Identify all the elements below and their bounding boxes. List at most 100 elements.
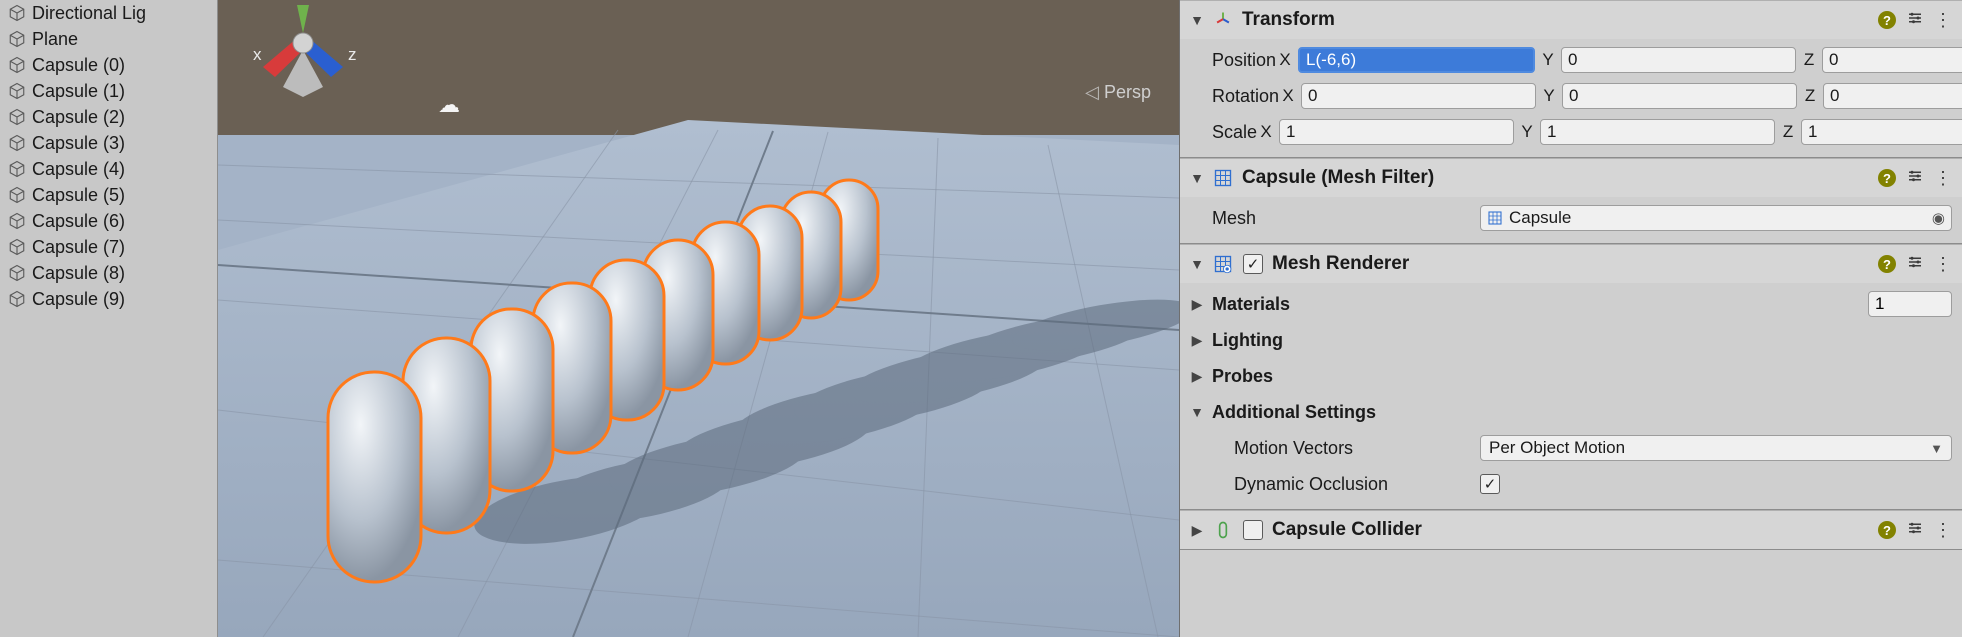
hierarchy-item[interactable]: Capsule (2) xyxy=(0,104,217,130)
preset-icon[interactable] xyxy=(1906,253,1924,276)
position-x-input[interactable] xyxy=(1298,47,1535,73)
motion-vectors-dropdown[interactable]: Per Object Motion ▼ xyxy=(1480,435,1952,461)
foldout-toggle[interactable]: ▼ xyxy=(1190,256,1204,272)
hierarchy-item[interactable]: Capsule (6) xyxy=(0,208,217,234)
component-title: Mesh Renderer xyxy=(1272,253,1870,275)
additional-settings-label: Additional Settings xyxy=(1212,402,1376,423)
rotation-label: Rotation xyxy=(1190,86,1279,107)
motion-vectors-label: Motion Vectors xyxy=(1212,438,1480,459)
additional-settings-foldout[interactable]: ▼ Additional Settings xyxy=(1190,397,1952,427)
hierarchy-item-label: Capsule (0) xyxy=(32,55,125,76)
axis-x-label: X xyxy=(1276,50,1294,70)
context-menu-icon[interactable]: ⋮ xyxy=(1934,254,1952,275)
transform-header[interactable]: ▼ Transform ? ⋮ xyxy=(1180,1,1962,39)
mesh-filter-icon xyxy=(1212,168,1234,188)
lighting-label: Lighting xyxy=(1212,330,1283,351)
hierarchy-item[interactable]: Capsule (4) xyxy=(0,156,217,182)
dynamic-occlusion-row: Dynamic Occlusion ✓ xyxy=(1212,469,1952,499)
materials-count-input[interactable] xyxy=(1868,291,1952,317)
probes-foldout[interactable]: ▶ Probes xyxy=(1190,361,1952,391)
hierarchy-item[interactable]: Capsule (3) xyxy=(0,130,217,156)
rotation-y-input[interactable] xyxy=(1562,83,1797,109)
capsule-collider-header[interactable]: ▶ Capsule Collider ? ⋮ xyxy=(1180,511,1962,549)
foldout-toggle[interactable]: ▶ xyxy=(1190,522,1204,539)
hierarchy-item[interactable]: Directional Lig xyxy=(0,0,217,26)
axis-z-label: Z xyxy=(1800,50,1818,70)
hierarchy-item[interactable]: Capsule (9) xyxy=(0,286,217,312)
dynamic-occlusion-checkbox[interactable]: ✓ xyxy=(1480,474,1500,494)
position-z-input[interactable] xyxy=(1822,47,1962,73)
preset-icon[interactable] xyxy=(1906,167,1924,190)
preset-icon[interactable] xyxy=(1906,519,1924,542)
cube-icon xyxy=(8,56,26,74)
foldout-toggle[interactable]: ▼ xyxy=(1190,12,1204,28)
chevron-right-icon: ▶ xyxy=(1190,332,1204,349)
cube-icon xyxy=(8,264,26,282)
hierarchy-item[interactable]: Capsule (5) xyxy=(0,182,217,208)
hierarchy-item[interactable]: Capsule (0) xyxy=(0,52,217,78)
hierarchy-item[interactable]: Plane xyxy=(0,26,217,52)
cube-icon xyxy=(8,238,26,256)
rotation-x-input[interactable] xyxy=(1301,83,1536,109)
cube-icon xyxy=(8,108,26,126)
cube-icon xyxy=(8,30,26,48)
hierarchy-item-label: Plane xyxy=(32,29,78,50)
chevron-right-icon: ▶ xyxy=(1190,368,1204,385)
scale-z-input[interactable] xyxy=(1801,119,1962,145)
help-icon[interactable]: ? xyxy=(1878,521,1896,539)
materials-label: Materials xyxy=(1212,294,1290,315)
component-title: Capsule (Mesh Filter) xyxy=(1242,167,1870,189)
probes-label: Probes xyxy=(1212,366,1273,387)
help-icon[interactable]: ? xyxy=(1878,169,1896,187)
rotation-z-input[interactable] xyxy=(1823,83,1962,109)
object-picker-icon[interactable]: ◉ xyxy=(1932,209,1945,227)
transform-icon xyxy=(1212,10,1234,30)
materials-foldout[interactable]: ▶ Materials xyxy=(1190,289,1952,319)
rotation-row: Rotation X Y Z xyxy=(1190,81,1952,111)
hierarchy-panel: Directional Lig Plane Capsule (0) Capsul… xyxy=(0,0,218,637)
scale-row: Scale X Y Z xyxy=(1190,117,1952,147)
context-menu-icon[interactable]: ⋮ xyxy=(1934,168,1952,189)
position-row: Position X Y Z xyxy=(1190,45,1952,75)
help-icon[interactable]: ? xyxy=(1878,255,1896,273)
orientation-gizmo[interactable]: x z xyxy=(218,0,388,110)
mesh-object-field[interactable]: Capsule ◉ xyxy=(1480,205,1952,231)
position-y-input[interactable] xyxy=(1561,47,1796,73)
mesh-renderer-header[interactable]: ▼ ✓ Mesh Renderer ? ⋮ xyxy=(1180,245,1962,283)
mesh-label: Mesh xyxy=(1190,208,1480,229)
scale-y-input[interactable] xyxy=(1540,119,1775,145)
hierarchy-item-label: Capsule (2) xyxy=(32,107,125,128)
gizmo-x-label: x xyxy=(253,45,262,64)
chevron-down-icon: ▼ xyxy=(1930,441,1943,456)
context-menu-icon[interactable]: ⋮ xyxy=(1934,10,1952,31)
mesh-renderer-enabled-checkbox[interactable]: ✓ xyxy=(1243,254,1263,274)
inspector-panel: ▼ Transform ? ⋮ Position X Y xyxy=(1179,0,1962,637)
hierarchy-item-label: Capsule (6) xyxy=(32,211,125,232)
cube-icon xyxy=(8,212,26,230)
help-icon[interactable]: ? xyxy=(1878,11,1896,29)
context-menu-icon[interactable]: ⋮ xyxy=(1934,520,1952,541)
hierarchy-item[interactable]: Capsule (7) xyxy=(0,234,217,260)
scale-label: Scale xyxy=(1190,122,1257,143)
mesh-icon xyxy=(1487,210,1503,226)
hierarchy-item-label: Directional Lig xyxy=(32,3,146,24)
hierarchy-item[interactable]: Capsule (1) xyxy=(0,78,217,104)
mesh-filter-header[interactable]: ▼ Capsule (Mesh Filter) ? ⋮ xyxy=(1180,159,1962,197)
motion-vectors-row: Motion Vectors Per Object Motion ▼ xyxy=(1212,433,1952,463)
motion-vectors-value: Per Object Motion xyxy=(1489,438,1625,458)
lighting-foldout[interactable]: ▶ Lighting xyxy=(1190,325,1952,355)
component-title: Transform xyxy=(1242,9,1870,31)
component-title: Capsule Collider xyxy=(1272,519,1870,541)
scene-view[interactable]: x z Persp ☁ xyxy=(218,0,1179,637)
cube-icon xyxy=(8,290,26,308)
mesh-filter-component: ▼ Capsule (Mesh Filter) ? ⋮ Mesh Capsule… xyxy=(1180,158,1962,244)
hierarchy-item[interactable]: Capsule (8) xyxy=(0,260,217,286)
gizmo-z-label: z xyxy=(348,45,357,64)
preset-icon[interactable] xyxy=(1906,9,1924,32)
camera-mode-label[interactable]: Persp xyxy=(1085,82,1151,103)
foldout-toggle[interactable]: ▼ xyxy=(1190,170,1204,186)
scale-x-input[interactable] xyxy=(1279,119,1514,145)
capsule-collider-enabled-checkbox[interactable] xyxy=(1243,520,1263,540)
chevron-down-icon: ▼ xyxy=(1190,404,1204,420)
capsule-collider-icon xyxy=(1212,520,1234,540)
